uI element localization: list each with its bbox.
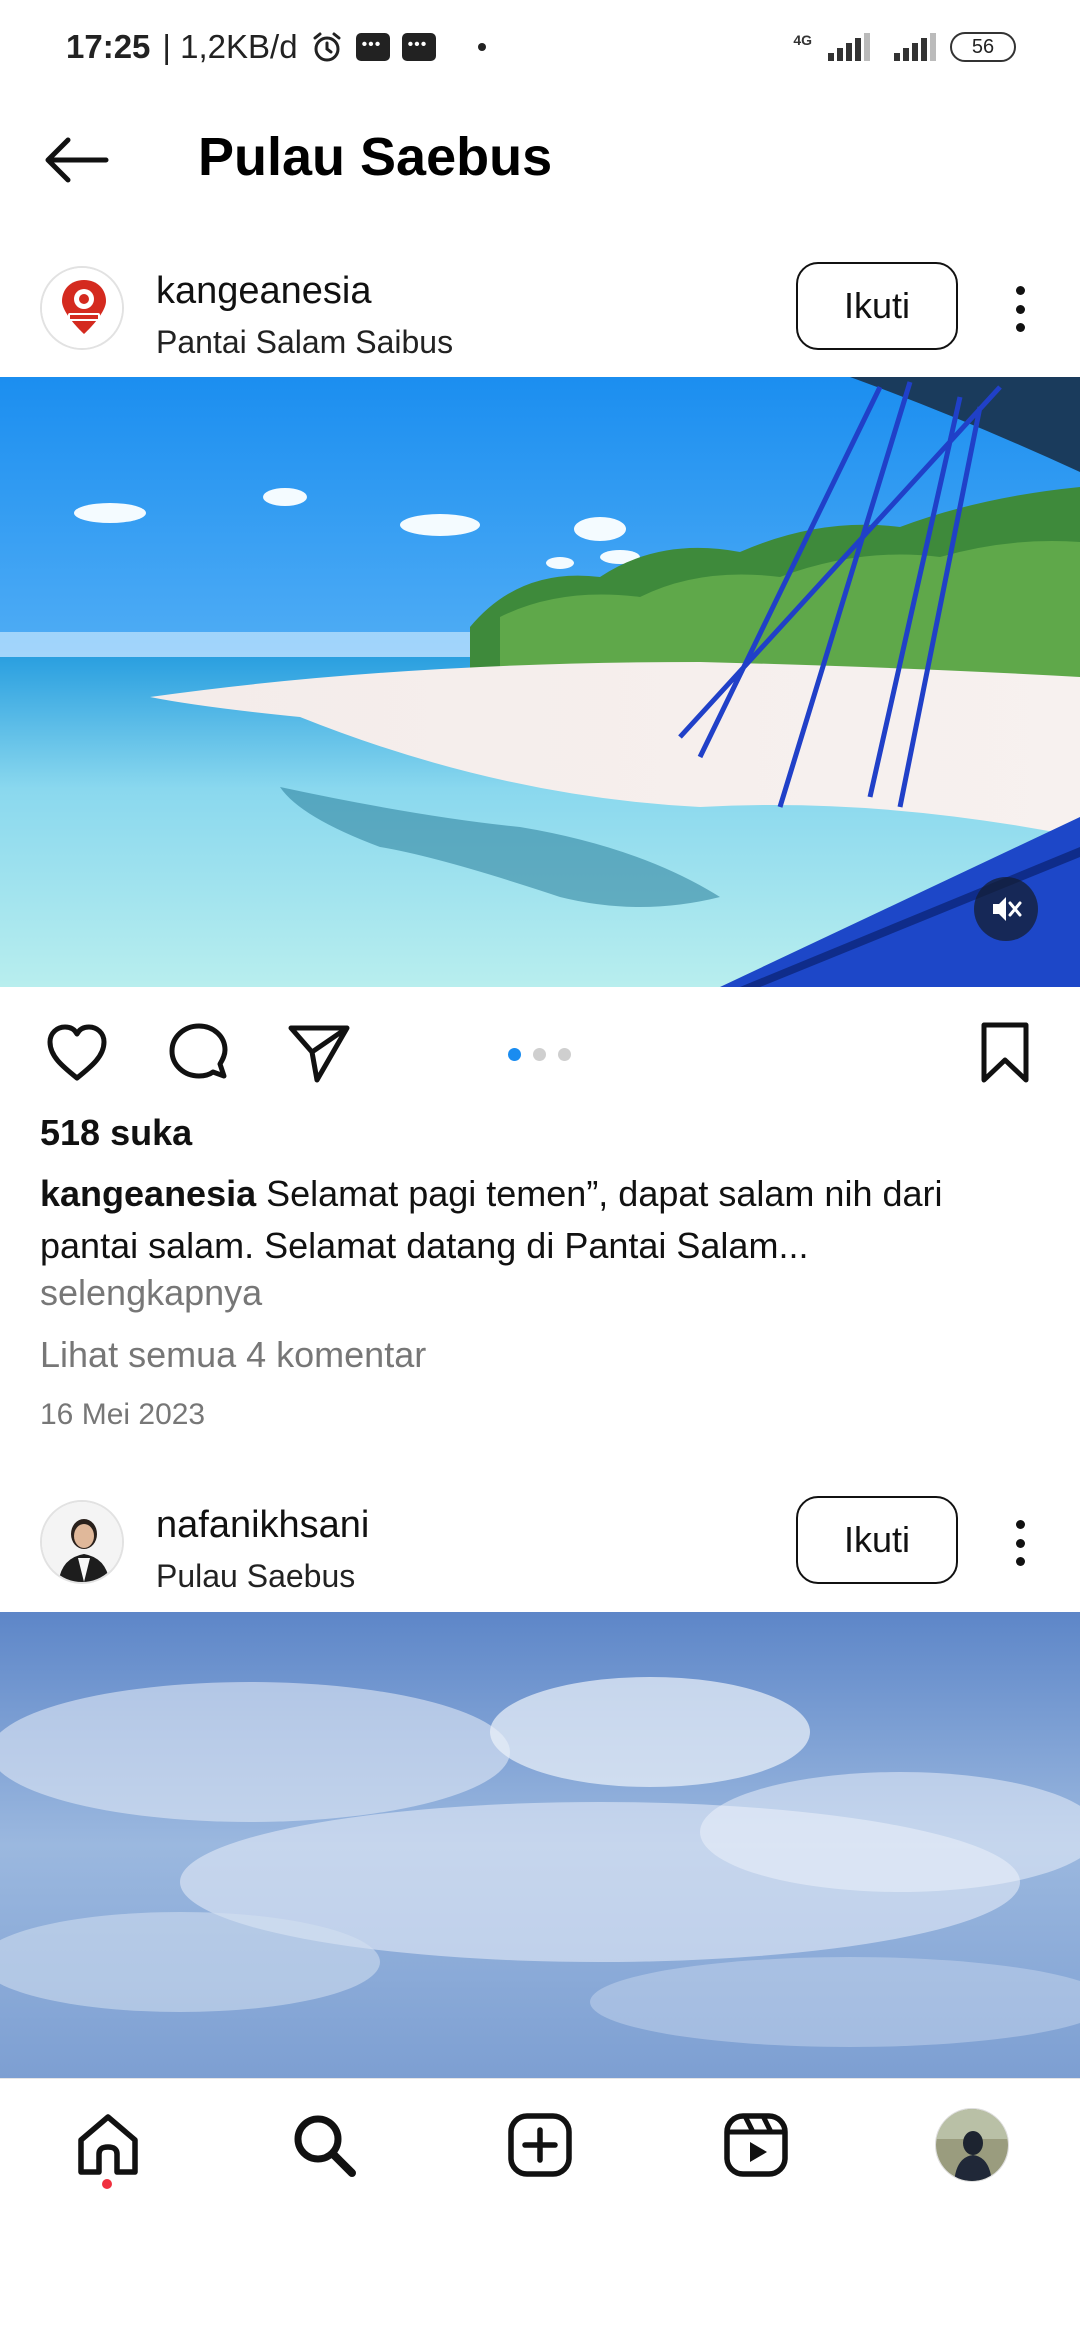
signal-icon [828, 33, 870, 61]
carousel-dot [533, 1048, 546, 1061]
likes-count[interactable]: 518 suka [40, 1112, 192, 1154]
comment-icon[interactable] [166, 1020, 232, 1086]
post-username[interactable]: kangeanesia [156, 270, 372, 313]
status-right: 4G 56 [793, 32, 1016, 62]
more-options-icon[interactable] [1000, 1516, 1040, 1570]
send-icon[interactable] [286, 1020, 352, 1086]
sky-photo [0, 1612, 1080, 2078]
post-header: kangeanesia Pantai Salam Saibus Ikuti [0, 262, 1080, 376]
status-bar: 17:25 | 1,2KB/d 4G 56 [0, 0, 1080, 100]
post-username[interactable]: nafanikhsani [156, 1504, 369, 1547]
post-image[interactable] [0, 1612, 1080, 2078]
alarm-icon [310, 30, 344, 64]
caption-username[interactable]: kangeanesia [40, 1173, 256, 1214]
page-title: Pulau Saebus [198, 127, 553, 187]
search-icon[interactable] [286, 2107, 362, 2183]
status-time: 17:25 [66, 28, 151, 65]
back-button[interactable] [40, 130, 112, 190]
notification-dot-icon [477, 43, 486, 51]
more-options-icon[interactable] [1000, 282, 1040, 336]
post-header: nafanikhsani Pulau Saebus Ikuti [0, 1496, 1080, 1610]
avatar[interactable] [40, 266, 124, 350]
carousel-dot [508, 1048, 521, 1061]
network-type-label: 4G [793, 32, 812, 48]
battery-level: 56 [971, 35, 995, 58]
view-comments-link[interactable]: Lihat semua 4 komentar [40, 1334, 426, 1376]
status-left: 17:25 | 1,2KB/d [66, 28, 486, 66]
status-network-speed: | 1,2KB/d [162, 28, 298, 65]
beach-photo [0, 377, 1080, 987]
profile-avatar-image [935, 2108, 1009, 2182]
message-icon [355, 33, 390, 61]
see-more-link[interactable]: selengkapnya [40, 1272, 262, 1314]
bookmark-icon[interactable] [972, 1020, 1038, 1086]
map-pin-logo-icon [42, 268, 122, 348]
battery-icon: 56 [950, 32, 1016, 62]
avatar[interactable] [40, 1500, 124, 1584]
bottom-navigation [0, 2078, 1080, 2208]
home-icon[interactable] [70, 2107, 146, 2183]
post-caption: kangeanesia Selamat pagi temen”, dapat s… [40, 1168, 1040, 1272]
create-icon[interactable] [502, 2107, 578, 2183]
follow-button[interactable]: Ikuti [796, 1496, 958, 1584]
signal-icon [894, 33, 936, 61]
message-icon [401, 33, 436, 61]
follow-button[interactable]: Ikuti [796, 262, 958, 350]
heart-icon[interactable] [44, 1020, 110, 1086]
carousel-dot [558, 1048, 571, 1061]
volume-muted-icon[interactable] [974, 877, 1038, 941]
post-actions [0, 1010, 1080, 1090]
post-image[interactable] [0, 377, 1080, 987]
reels-icon[interactable] [718, 2107, 794, 2183]
post-location[interactable]: Pulau Saebus [156, 1558, 355, 1595]
active-indicator-dot [102, 2179, 112, 2189]
page-header: Pulau Saebus [0, 110, 1080, 210]
post-date: 16 Mei 2023 [40, 1398, 206, 1431]
person-photo-icon [42, 1502, 122, 1582]
post-location[interactable]: Pantai Salam Saibus [156, 324, 453, 361]
carousel-indicator [508, 1048, 571, 1061]
arrow-left-icon [45, 137, 109, 183]
profile-avatar[interactable] [934, 2107, 1010, 2183]
